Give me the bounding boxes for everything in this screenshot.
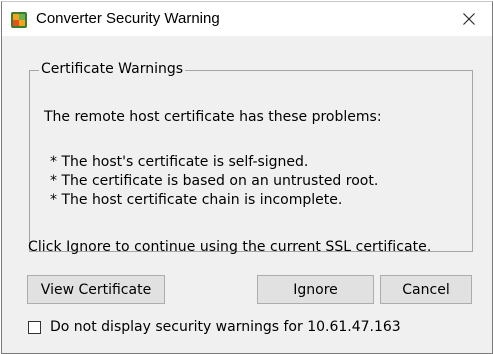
vmware-converter-icon	[11, 12, 27, 28]
list-item: * The certificate is based on an untrust…	[50, 173, 379, 189]
ignore-button[interactable]: Ignore	[257, 275, 374, 304]
dialog-content: Certificate Warnings The remote host cer…	[2, 36, 492, 353]
group-label: Certificate Warnings	[39, 61, 186, 77]
list-item: * The host's certificate is self-signed.	[50, 154, 309, 170]
close-icon	[463, 13, 475, 25]
suppress-warnings-option[interactable]: Do not display security warnings for 10.…	[28, 319, 401, 335]
suppress-warnings-label[interactable]: Do not display security warnings for 10.…	[50, 319, 401, 335]
instruction-text: Click Ignore to continue using the curre…	[28, 239, 432, 255]
suppress-warnings-checkbox[interactable]	[28, 320, 41, 334]
window-title: Converter Security Warning	[36, 10, 220, 27]
problems-heading: The remote host certificate has these pr…	[44, 109, 382, 125]
view-certificate-button[interactable]: View Certificate	[27, 275, 165, 304]
cancel-button[interactable]: Cancel	[380, 275, 472, 304]
list-item: * The host certificate chain is incomple…	[50, 192, 343, 208]
security-warning-dialog: Converter Security Warning Certificate W…	[1, 1, 493, 354]
problem-list: * The host's certificate is self-signed.…	[50, 153, 378, 210]
title-bar[interactable]: Converter Security Warning	[2, 2, 492, 36]
close-button[interactable]	[446, 2, 492, 36]
